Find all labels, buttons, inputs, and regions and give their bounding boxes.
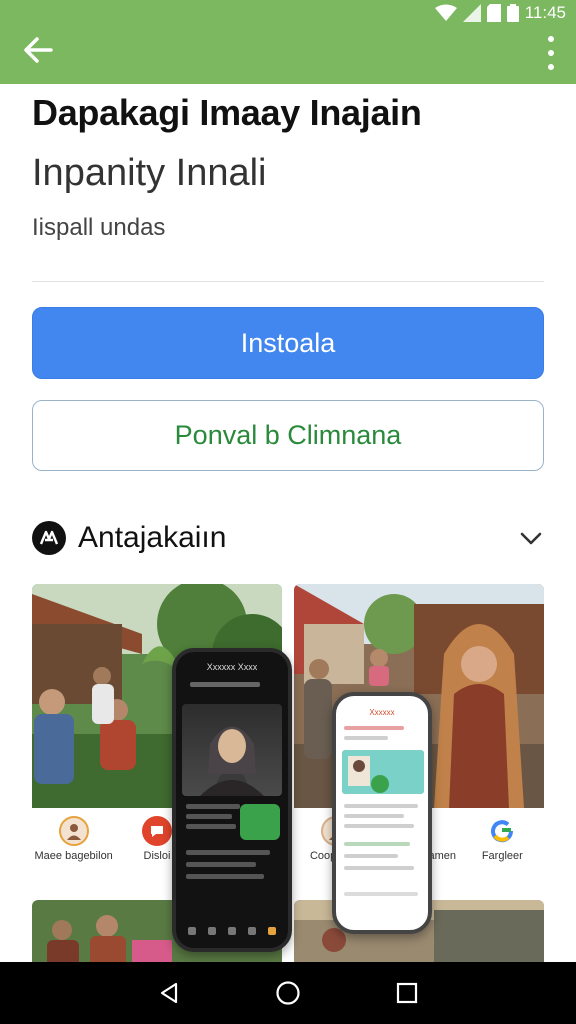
google-icon [487, 816, 517, 846]
more-vert-icon [548, 36, 554, 42]
wifi-icon [434, 4, 457, 21]
back-button[interactable] [20, 34, 56, 66]
app-bar: 11:45 [0, 0, 576, 84]
sim-icon [486, 4, 501, 22]
nav-recents-button[interactable] [387, 973, 427, 1013]
chevron-down-icon[interactable] [518, 525, 544, 551]
avatar-icon [58, 816, 89, 846]
badge-logo-icon [32, 521, 66, 555]
section-header[interactable]: Antajakaiın [32, 515, 544, 561]
nav-back-button[interactable] [149, 973, 189, 1013]
system-nav-bar [0, 962, 576, 1024]
status-bar: 11:45 [434, 2, 566, 24]
triangle-back-icon [161, 982, 178, 1004]
signal-icon [462, 4, 481, 22]
phone-nav [182, 922, 282, 940]
chat-icon [141, 816, 172, 846]
nav-home-button[interactable] [268, 973, 308, 1013]
arrow-left-icon [24, 37, 53, 63]
phone-mockup-dark: Xxxxxx Xxxx [172, 648, 292, 952]
call-button[interactable] [240, 804, 280, 840]
profile-card [342, 750, 424, 794]
developer-name[interactable]: Inpanity Innali [32, 152, 267, 195]
divider [32, 281, 544, 282]
feature-item[interactable]: Maee bagebilon [35, 816, 113, 862]
phone-mockup-light: Xxxxxx [332, 692, 432, 934]
square-recents-icon [396, 982, 417, 1004]
more-options-button[interactable] [544, 36, 558, 70]
secondary-action-button[interactable]: Ponval b Climnana [32, 400, 544, 471]
app-meta: Iispall undas [32, 214, 166, 241]
section-title: Antajakaiın [78, 521, 227, 554]
install-button[interactable]: Instoala [32, 307, 544, 379]
phone-header: Xxxxxx Xxxx [206, 662, 258, 672]
feature-item[interactable]: Fargleer [467, 816, 537, 862]
circle-home-icon [276, 981, 300, 1005]
phone-header: Xxxxxx [369, 708, 395, 717]
battery-icon [506, 4, 519, 22]
profile-photo [182, 704, 282, 796]
status-time: 11:45 [524, 3, 566, 22]
app-title: Dapakagi Imaay Inajain [32, 92, 422, 133]
